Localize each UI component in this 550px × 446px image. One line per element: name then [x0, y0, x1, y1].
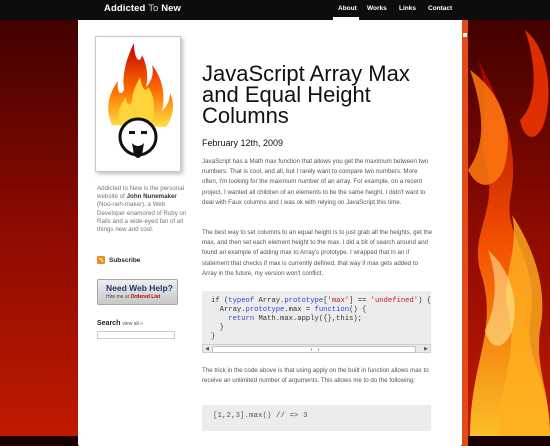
flaming-head-logo[interactable]	[95, 36, 181, 172]
nav-active-indicator	[333, 17, 359, 20]
scroll-left-arrow-icon[interactable]: ◀	[204, 346, 210, 352]
help-sub-link: Ordered List	[130, 294, 161, 300]
code-block-1: if (typeof Array.prototype['max'] == 'un…	[202, 291, 431, 344]
top-navigation-bar: Addicted To New About Works Links Contac…	[0, 0, 550, 20]
help-subtitle: Hire me at Ordered List	[106, 294, 160, 300]
accent-strip	[462, 16, 468, 446]
article-title: JavaScript Array Max and Equal Height Co…	[202, 61, 410, 128]
sidebar-bio: Addicted to New is the personal website …	[97, 185, 187, 234]
search-heading: Search view all »	[97, 320, 143, 327]
article-date: February 12th, 2009	[202, 138, 284, 148]
nav-link-works[interactable]: Works	[367, 5, 387, 12]
help-sub-prefix: Hire me at	[106, 294, 130, 300]
brand-end: New	[161, 3, 182, 14]
scroll-right-arrow-icon[interactable]: ▶	[423, 346, 429, 352]
code-block-2-content: [1,2,3].max() // => 3	[213, 412, 308, 420]
bio-text-2: (Noo-neh-maker), a Web Developer enamore…	[97, 201, 187, 234]
scrollbar-grip-icon	[311, 348, 319, 351]
article-paragraph-1: JavaScript has a Math max function that …	[202, 158, 429, 206]
flame-head-icon	[108, 43, 173, 158]
article-paragraph-2: The best way to set columns to an equal …	[202, 229, 433, 277]
article-paragraph-3: The trick in the code above is that usin…	[202, 367, 429, 385]
help-title: Need Web Help?	[106, 283, 173, 293]
site-logo-text[interactable]: Addicted To New	[104, 3, 181, 14]
accent-strip-dot	[463, 33, 467, 37]
bio-author-name[interactable]: John Nunemaker	[127, 193, 177, 200]
code-block-2: [1,2,3].max() // => 3	[202, 405, 431, 431]
code-block-1-content: if (typeof Array.prototype['max'] == 'un…	[211, 297, 432, 341]
need-web-help-button[interactable]: Need Web Help? Hire me at Ordered List	[97, 279, 178, 305]
subscribe-link[interactable]: Subscribe	[97, 256, 140, 264]
search-label: Search	[97, 320, 121, 327]
brand-main: Addicted	[104, 3, 146, 14]
code-block-1-horizontal-scrollbar[interactable]: ◀ ▶	[202, 344, 431, 353]
nav-link-about[interactable]: About	[338, 5, 357, 12]
rss-icon	[97, 256, 105, 264]
nav-link-contact[interactable]: Contact	[428, 5, 452, 12]
brand-to: To	[148, 3, 159, 14]
search-view-all-link[interactable]: view all »	[122, 321, 143, 327]
search-input[interactable]	[97, 331, 175, 339]
subscribe-label: Subscribe	[109, 256, 141, 264]
scrollbar-thumb[interactable]	[212, 346, 416, 353]
nav-link-links[interactable]: Links	[399, 5, 416, 12]
